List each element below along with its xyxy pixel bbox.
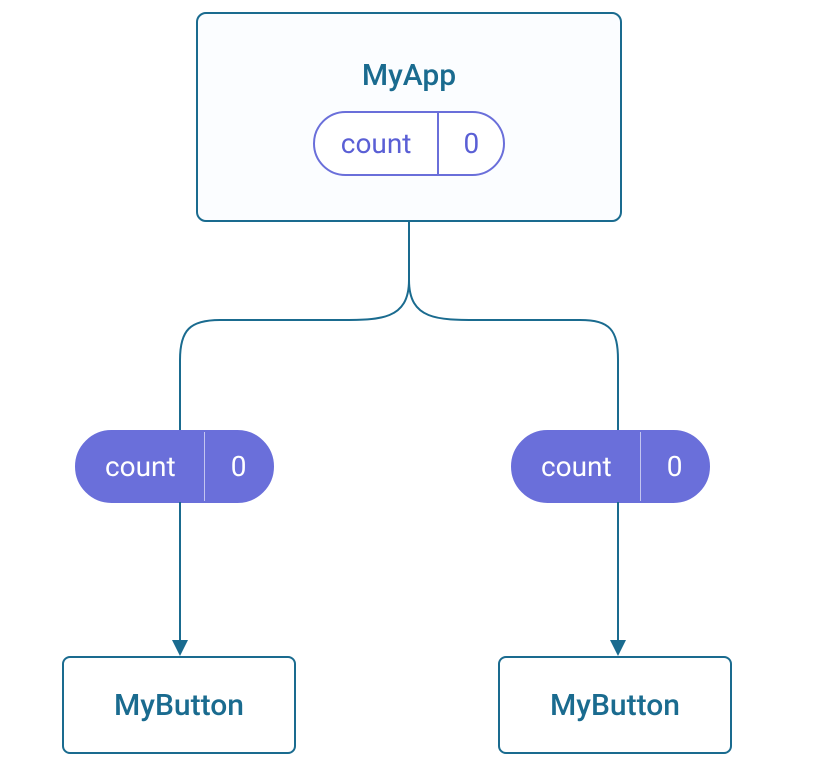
prop-value: 0	[205, 432, 273, 501]
prop-pill-right: count 0	[511, 430, 710, 503]
child-component-node-right: MyButton	[498, 656, 732, 754]
prop-label: count	[513, 432, 641, 501]
prop-label: count	[77, 432, 205, 501]
parent-component-node: MyApp count 0	[196, 12, 622, 222]
state-value: 0	[439, 113, 503, 174]
child-component-node-left: MyButton	[62, 656, 296, 754]
parent-component-title: MyApp	[362, 58, 456, 93]
parent-state-pill: count 0	[313, 111, 505, 176]
child-component-title: MyButton	[114, 688, 244, 723]
prop-pill-left: count 0	[75, 430, 274, 503]
child-component-title: MyButton	[550, 688, 680, 723]
diagram-canvas: MyApp count 0 count 0 count 0 MyButton M…	[0, 0, 820, 770]
state-label: count	[315, 113, 440, 174]
prop-value: 0	[641, 432, 709, 501]
